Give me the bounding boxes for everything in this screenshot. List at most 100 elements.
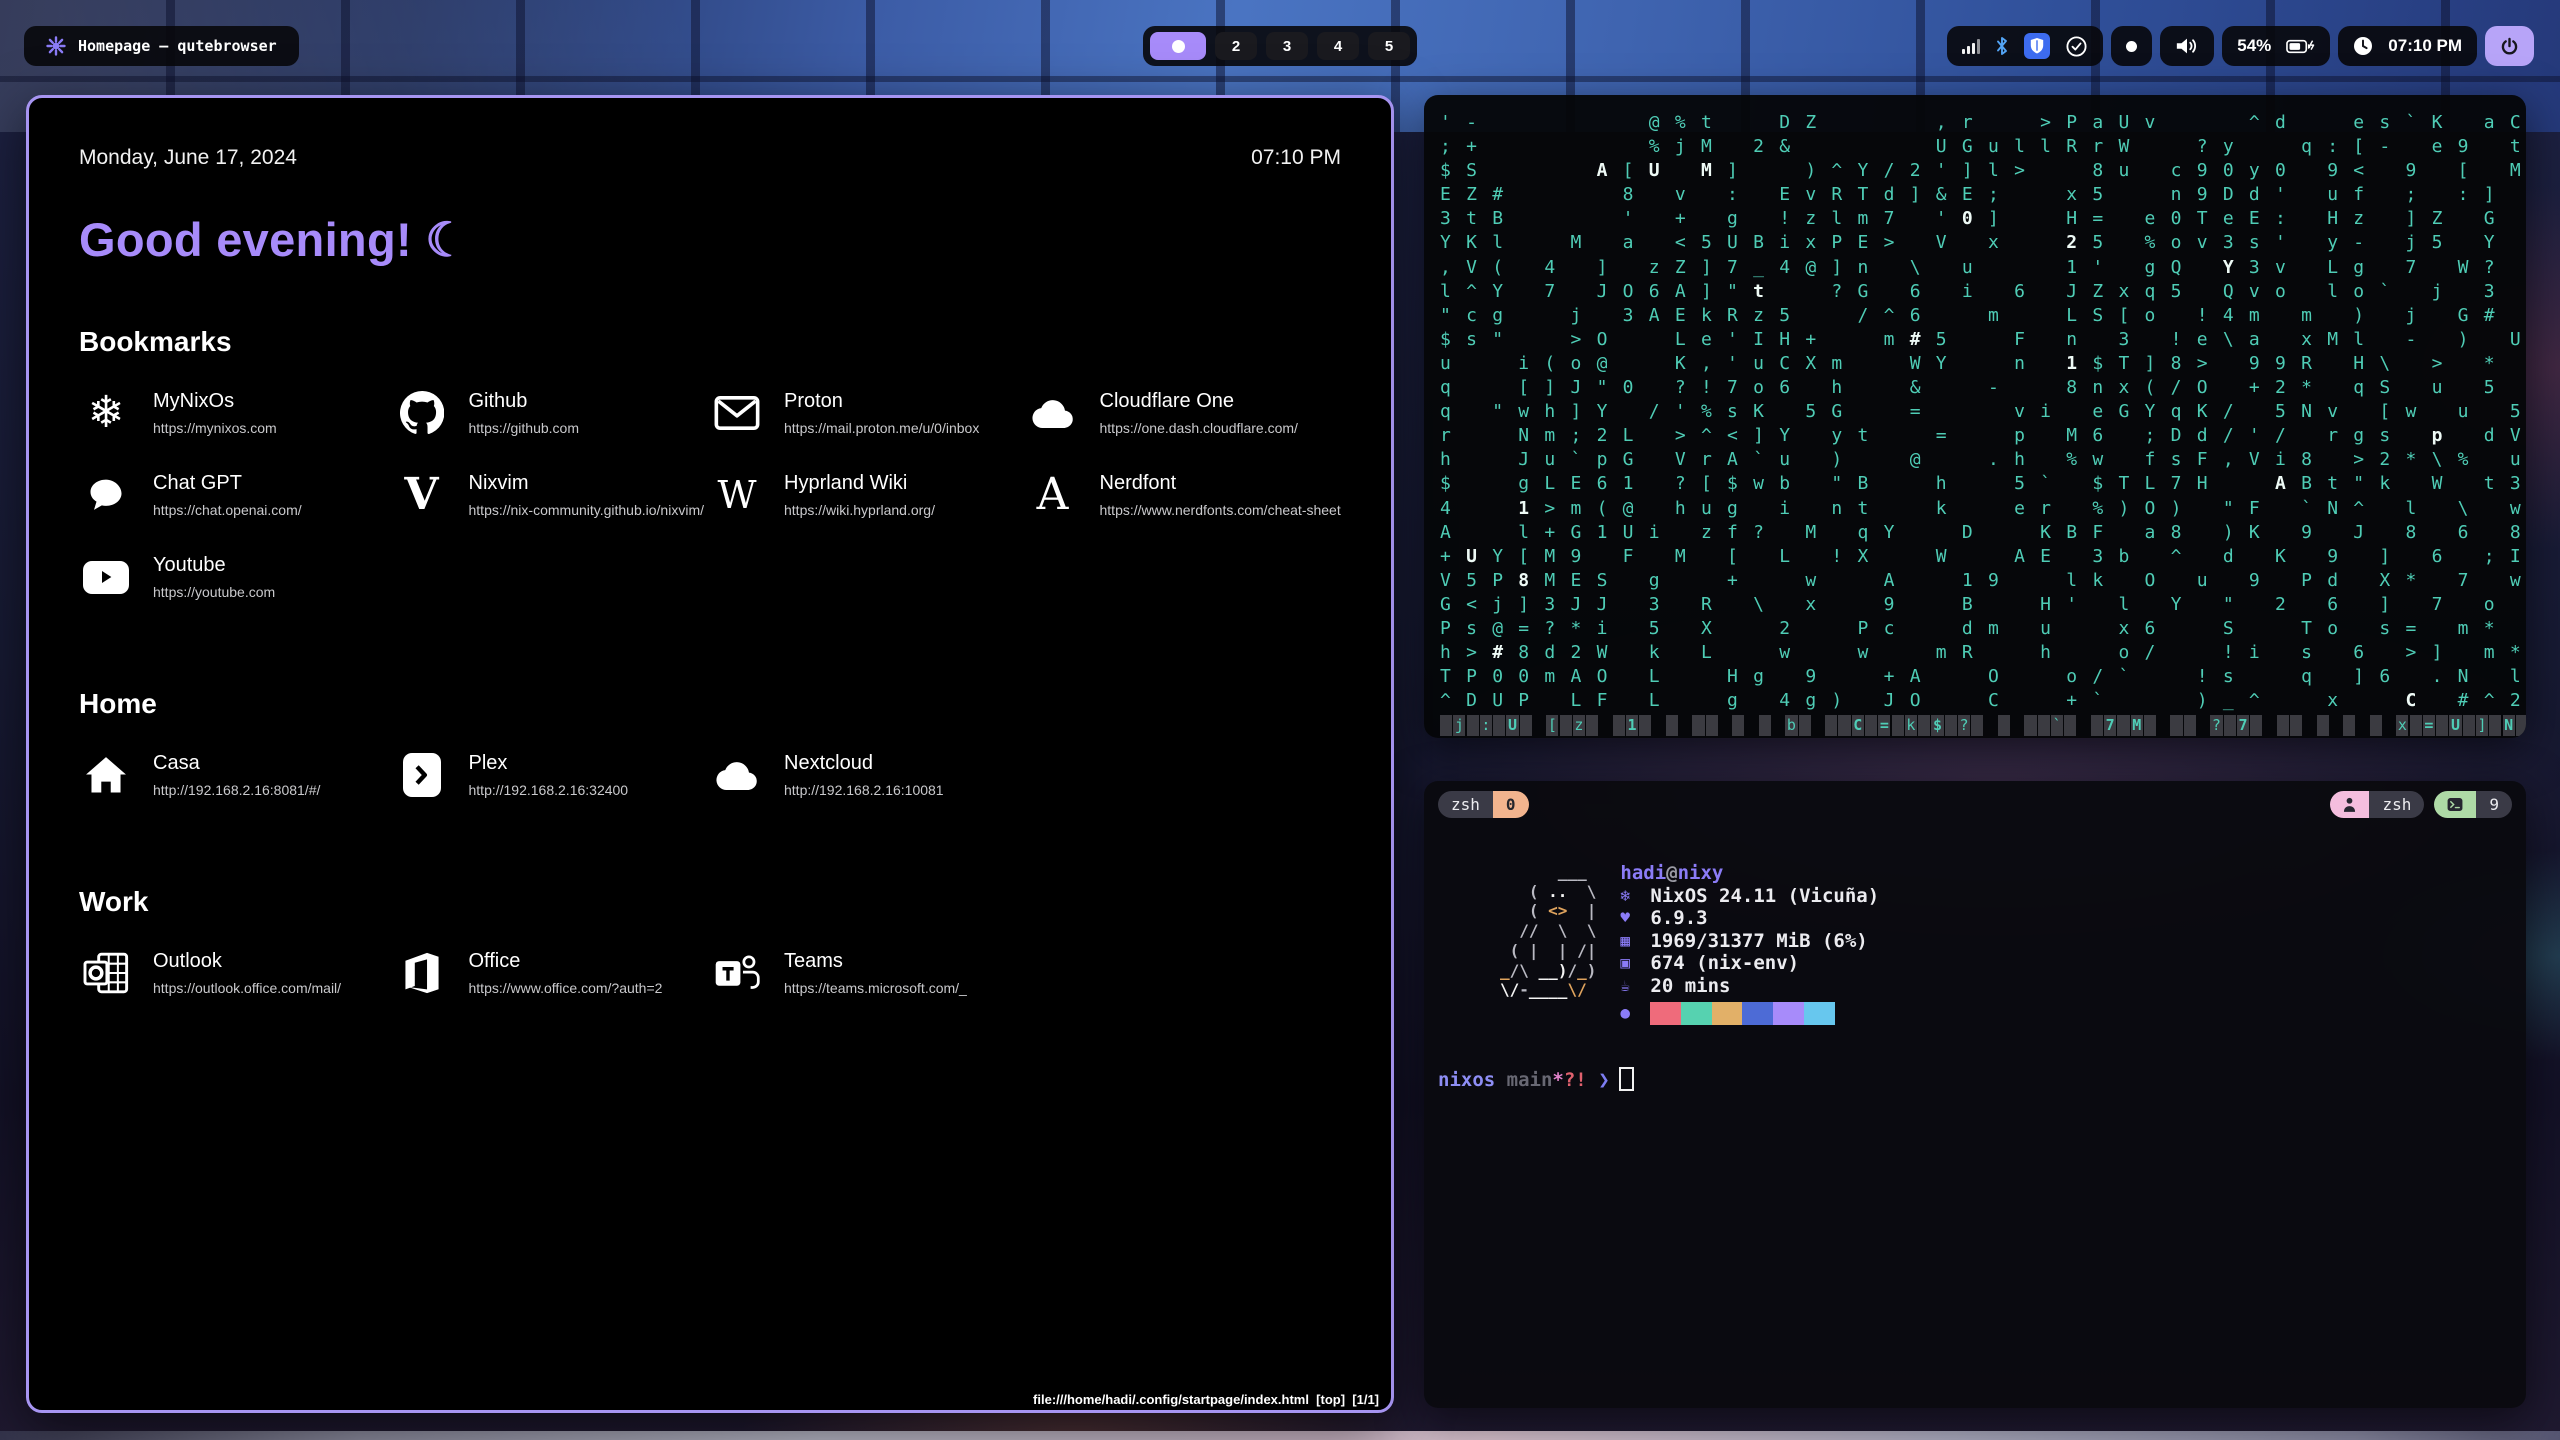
matrix-row: YKl M a <5UBixPE> V x 25 %ov3s' y- j5 Y … (1440, 231, 2510, 255)
bookmark-link[interactable]: Outlookhttps://outlook.office.com/mail/ (79, 950, 395, 996)
tmux-window-name: zsh (1438, 791, 1493, 818)
bookmark-link[interactable]: Proton https://mail.proton.me/u/0/inbox (710, 390, 1026, 436)
tmux-pane-pill[interactable]: 9 (2434, 791, 2512, 818)
os-icon: ❄ (1620, 885, 1650, 908)
bookmark-url: https://www.nerdfonts.com/cheat-sheet (1100, 502, 1341, 518)
envelope-icon (710, 395, 764, 431)
bookmark-link[interactable]: ❄MyNixOshttps://mynixos.com (79, 390, 395, 436)
bookmark-text: Githubhttps://github.com (469, 390, 580, 436)
section-title: Home (79, 688, 1341, 720)
workspace-button-3[interactable]: 3 (1266, 32, 1308, 60)
bookmark-name: Nerdfont (1100, 472, 1341, 495)
workspace-active-dot-icon (1172, 40, 1185, 53)
bookmark-link[interactable]: Githubhttps://github.com (395, 390, 711, 436)
section-home: Home Casa http://192.168.2.16:8081/#/ Plexh… (79, 688, 1341, 798)
bookmark-link[interactable]: Nextcloudhttp://192.168.2.16:10081 (710, 752, 1026, 798)
active-window-title-chip[interactable]: Homepage — qutebrowser (24, 26, 299, 66)
prompt-git-status-flags: ?! (1564, 1069, 1587, 1091)
qutebrowser-statusbar: file:///home/hadi/.config/startpage/inde… (1033, 1392, 1379, 1407)
bookmark-link[interactable]: Cloudflare Onehttps://one.dash.cloudflar… (1026, 390, 1342, 436)
qutebrowser-logo-icon (46, 36, 66, 56)
tray-recorder-chip[interactable] (2111, 26, 2152, 66)
tmux-window-index: 0 (1493, 791, 1529, 818)
bookmark-name: Teams (784, 950, 967, 973)
tray-volume-chip[interactable] (2160, 26, 2214, 66)
tmux-session-pill[interactable]: zsh (2330, 791, 2424, 818)
bookmark-link[interactable]: Plexhttp://192.168.2.16:32400 (395, 752, 711, 798)
bookmark-link[interactable]: Youtubehttps://youtube.com (79, 554, 395, 600)
bookmark-link[interactable]: Officehttps://www.office.com/?auth=2 (395, 950, 711, 996)
matrix-row: "cg j 3AEkRz5 /^6 m LS[o !4m m ) j G# L … (1440, 304, 2510, 328)
bookmark-link[interactable]: Teams https://teams.microsoft.com/_ (710, 950, 1026, 996)
battery-percent-label: 54% (2237, 36, 2271, 56)
tmux-window-pill[interactable]: zsh 0 (1438, 791, 1529, 818)
tray-status-icons[interactable] (1947, 26, 2103, 66)
matrix-row: r Nm;2L >^<]Y yt = p M6 ;Dd/'/ rgs p dVl… (1440, 424, 2510, 448)
bookmark-text: Hyprland Wikihttps://wiki.hyprland.org/ (784, 472, 935, 518)
terminal-cursor[interactable] (1619, 1067, 1634, 1091)
bookmark-url: https://mail.proton.me/u/0/inbox (784, 420, 979, 436)
plex-chevron-icon (395, 753, 449, 797)
bookmark-url: https://github.com (469, 420, 580, 436)
power-icon (2500, 37, 2519, 56)
fastfetch-host: nixy (1678, 862, 1724, 884)
startpage-time: 07:10 PM (1251, 146, 1341, 170)
workspace-button-active[interactable] (1150, 32, 1206, 60)
window-title-text: Homepage — qutebrowser (78, 37, 277, 55)
bookmark-text: Outlookhttps://outlook.office.com/mail/ (153, 950, 341, 996)
link-grid: ❄MyNixOshttps://mynixos.com Githubhttps:/… (79, 390, 1341, 600)
bookmark-link[interactable]: Chat GPThttps://chat.openai.com/ (79, 472, 395, 518)
color-swatch (1712, 1002, 1743, 1025)
bookmark-url: https://teams.microsoft.com/_ (784, 980, 967, 996)
tray-battery-chip[interactable]: 54% (2222, 26, 2330, 66)
bookmark-url: https://nix-community.github.io/nixvim/ (469, 502, 705, 518)
tmux-statusbar: zsh 0 zsh 9 (1438, 791, 2512, 818)
fastfetch-color-row: ● (1620, 1002, 1879, 1025)
bookmark-link[interactable]: Casa http://192.168.2.16:8081/#/ (79, 752, 395, 798)
teams-icon (710, 952, 764, 994)
bookmark-name: Proton (784, 390, 979, 413)
bookmark-text: Officehttps://www.office.com/?auth=2 (469, 950, 663, 996)
bookmark-name: Office (469, 950, 663, 973)
bookmark-link[interactable]: WHyprland Wikihttps://wiki.hyprland.org/ (710, 472, 1026, 518)
wallpaper-window-sill (0, 1431, 2560, 1440)
bookmark-text: Nextcloudhttp://192.168.2.16:10081 (784, 752, 944, 798)
bookmark-link[interactable]: VNixvimhttps://nix-community.github.io/n… (395, 472, 711, 518)
letter-a-icon: A (1026, 473, 1080, 517)
fastfetch-user: hadi (1620, 862, 1666, 884)
tray-clock-chip[interactable]: 07:10 PM (2338, 26, 2477, 66)
fastfetch-output: ___ ( .. \ ( <> | // \ \ ( | | /|_/\ __)… (1500, 862, 2512, 1025)
fastfetch-swatches (1650, 1002, 1834, 1025)
bookmark-url: http://192.168.2.16:10081 (784, 782, 944, 798)
section-bookmarks: Bookmarks ❄MyNixOshttps://mynixos.com Gith… (79, 326, 1341, 600)
matrix-row: q []J"0 ?!7o6 h & - 8nx(/O +2* qS u 5 c … (1440, 376, 2510, 400)
bookmark-url: http://192.168.2.16:8081/#/ (153, 782, 320, 798)
terminal-prompt-icon (2434, 791, 2476, 818)
bookmark-text: MyNixOshttps://mynixos.com (153, 390, 277, 436)
matrix-row: q "wh]Y /'%sK 5G = vi eGYqK/ 5Nv [w u 5 … (1440, 400, 2510, 424)
startpage-header: Monday, June 17, 2024 07:10 PM (79, 146, 1341, 170)
shell-prompt[interactable]: nixos main*?! ❯ (1438, 1067, 2512, 1091)
workspace-button-5[interactable]: 5 (1368, 32, 1410, 60)
startpage-date: Monday, June 17, 2024 (79, 146, 297, 170)
matrix-row: A l+G1Ui zf? M qY D KBF a8 )K 9 J 8 6 8T… (1440, 521, 2510, 545)
fastfetch-info-row: ♥6.9.3 (1620, 907, 1879, 930)
section-title: Bookmarks (79, 326, 1341, 358)
matrix-row: V5P8MES g + w A 19 lk O u 9 Pd X* 7 w V … (1440, 569, 2510, 593)
home-icon (79, 755, 133, 795)
bookmark-link[interactable]: A Nerdfont https://www.nerdfonts.com/cheat… (1026, 472, 1342, 518)
workspace-button-2[interactable]: 2 (1215, 32, 1257, 60)
matrix-row: $ gLE61 ?[$wb "B h 5` $TL7H ABt"k W t3k … (1440, 472, 2510, 496)
section-work: WorkOutlookhttps://outlook.office.com/ma… (79, 886, 1341, 996)
color-swatch (1804, 1002, 1835, 1025)
bookmark-text: Teams https://teams.microsoft.com/_ (784, 950, 967, 996)
matrix-row: +UY[M9 F M [ L !X W AE 3b ^ d K 9 ] 6 ;I… (1440, 545, 2510, 569)
bookmark-name: Cloudflare One (1100, 390, 1298, 413)
fastfetch-info-text: 20 mins (1650, 975, 1730, 998)
tmux-pane-count: 9 (2476, 791, 2512, 818)
speaker-icon (2175, 36, 2199, 56)
fastfetch-info-row: ▣674 (nix-env) (1620, 952, 1879, 975)
bookmark-name: Casa (153, 752, 320, 775)
power-button[interactable] (2485, 26, 2534, 66)
workspace-button-4[interactable]: 4 (1317, 32, 1359, 60)
